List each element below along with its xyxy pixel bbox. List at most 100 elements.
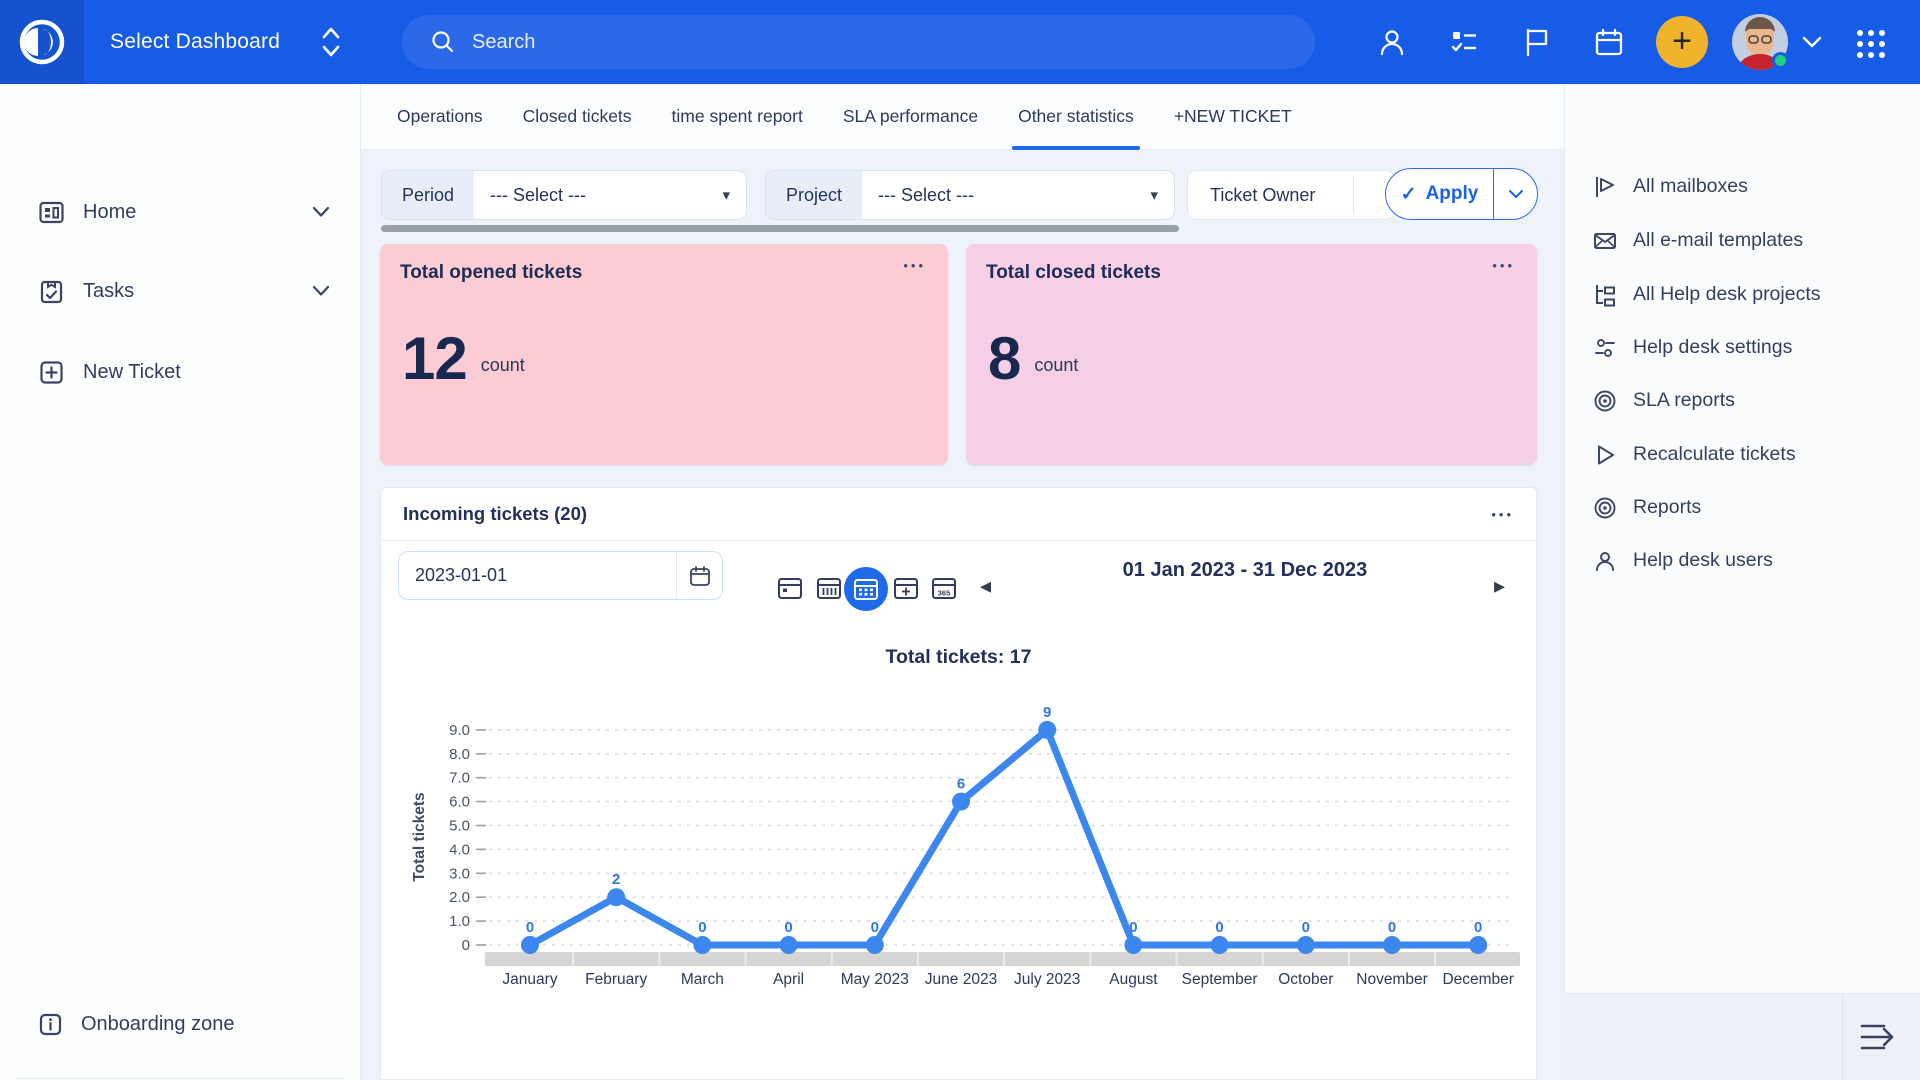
chart-point[interactable] [866, 936, 884, 954]
prev-range-button[interactable]: ◂ [980, 573, 991, 599]
svg-text:5.0: 5.0 [449, 818, 470, 835]
chart-point[interactable] [521, 936, 539, 954]
svg-text:9.0: 9.0 [449, 722, 470, 739]
sidebar-item-label: Onboarding zone [81, 1013, 234, 1036]
svg-text:August: August [1109, 971, 1158, 988]
apply-button-label: Apply [1426, 183, 1479, 205]
sidebar-item-help-desk-users[interactable]: Help desk users [1565, 534, 1920, 587]
app-logo[interactable] [0, 0, 84, 84]
project-select[interactable]: --- Select --- ▾ [862, 171, 1174, 219]
period-filter: Period --- Select --- ▾ [381, 170, 747, 220]
calendar-week-view-button[interactable] [814, 573, 844, 603]
svg-text:0: 0 [526, 919, 534, 936]
chart-point[interactable] [1297, 936, 1315, 954]
apply-dropdown-button[interactable] [1493, 169, 1537, 219]
tab-other-statistics[interactable]: Other statistics [1018, 84, 1134, 150]
onedesk-logo-icon [18, 18, 66, 66]
svg-text:0: 0 [784, 919, 792, 936]
svg-text:8.0: 8.0 [449, 746, 470, 763]
calendar-week-icon [815, 574, 843, 602]
chart-point[interactable] [780, 936, 798, 954]
svg-text:4.0: 4.0 [449, 841, 470, 858]
calendar-365-icon: 365 [930, 574, 958, 602]
card-value: 8 [988, 324, 1020, 393]
svg-text:September: September [1182, 971, 1258, 988]
calendar-day-view-button[interactable] [775, 573, 805, 603]
chart-point[interactable] [1383, 936, 1401, 954]
calendar-month-view-button[interactable] [844, 567, 888, 611]
sidebar-item-tasks[interactable]: Tasks [0, 268, 361, 314]
horizontal-scrollbar[interactable] [381, 225, 1179, 232]
tab-closed-tickets[interactable]: Closed tickets [523, 84, 632, 150]
sidebar-item-sla-reports[interactable]: SLA reports [1565, 374, 1920, 427]
search-input[interactable]: Search [402, 15, 1315, 69]
chart-point[interactable] [952, 793, 970, 811]
svg-text:February: February [585, 971, 647, 988]
info-icon [38, 1012, 63, 1037]
ticket-owner-divider [1353, 176, 1354, 214]
card-unit: count [1034, 341, 1078, 376]
total-opened-tickets-card: Total opened tickets ••• 12 count [380, 244, 948, 465]
tab-sla-performance[interactable]: SLA performance [843, 84, 978, 150]
card-menu-icon[interactable]: ••• [1492, 258, 1515, 273]
svg-text:365: 365 [938, 589, 951, 598]
tab-time-spent-report[interactable]: time spent report [672, 84, 803, 150]
svg-text:Total tickets: Total tickets [411, 792, 428, 881]
card-menu-icon[interactable]: ••• [903, 258, 926, 273]
settings-sliders-icon [1593, 336, 1617, 360]
sidebar-item-all-email-templates[interactable]: All e-mail templates [1565, 214, 1920, 267]
search-placeholder: Search [472, 31, 535, 54]
chart-point[interactable] [1124, 936, 1142, 954]
online-status-dot [1772, 52, 1789, 69]
sidebar-item-onboarding-zone[interactable]: Onboarding zone [0, 1001, 361, 1047]
svg-text:0: 0 [1474, 919, 1482, 936]
account-chevron-down-icon[interactable] [1800, 34, 1824, 50]
start-date-value: 2023-01-01 [399, 565, 676, 586]
panel-menu-icon[interactable]: ••• [1491, 507, 1514, 522]
sidebar-item-new-ticket[interactable]: New Ticket [0, 349, 361, 395]
add-new-button[interactable]: + [1656, 16, 1708, 68]
flag-icon[interactable] [1522, 27, 1552, 57]
chart-point[interactable] [1211, 936, 1229, 954]
sidebar-item-home[interactable]: Home [0, 189, 361, 235]
apply-button[interactable]: ✓ Apply [1386, 169, 1493, 219]
chart-point[interactable] [607, 888, 625, 906]
dashboard-selector-updown-icon[interactable] [318, 22, 344, 62]
tasks-checklist-icon[interactable] [1449, 27, 1479, 57]
calendar-plus-icon [892, 574, 920, 602]
sidebar-item-help-desk-settings[interactable]: Help desk settings [1565, 321, 1920, 374]
app-grid-menu-icon[interactable] [1854, 27, 1888, 61]
project-filter-label: Project [766, 171, 862, 219]
tab-operations[interactable]: Operations [397, 84, 483, 150]
next-range-button[interactable]: ▸ [1494, 573, 1505, 599]
period-select[interactable]: --- Select --- ▾ [474, 171, 746, 219]
svg-text:October: October [1278, 971, 1333, 988]
calendar-icon[interactable] [1594, 27, 1624, 57]
card-title: Total opened tickets [400, 262, 582, 284]
ticket-tabs-bar: Operations Closed tickets time spent rep… [361, 84, 1564, 150]
chart-point[interactable] [1469, 936, 1487, 954]
project-tree-icon [1593, 283, 1617, 307]
ticket-owner-filter[interactable]: Ticket Owner [1187, 170, 1395, 220]
dashboard-selector[interactable]: Select Dashboard [110, 0, 280, 84]
sidebar-item-all-help-desk-projects[interactable]: All Help desk projects [1565, 268, 1920, 321]
chart-point[interactable] [1038, 721, 1056, 739]
envelope-icon [1593, 229, 1617, 253]
apply-split-button: ✓ Apply [1385, 168, 1538, 220]
sidebar-item-reports[interactable]: Reports [1565, 481, 1920, 534]
collapse-sidebar-right-icon[interactable] [1856, 1018, 1900, 1056]
card-unit: count [481, 341, 525, 376]
profile-icon[interactable] [1377, 27, 1407, 57]
sidebar-item-label: Tasks [83, 280, 134, 303]
calendar-year-view-button[interactable]: 365 [929, 573, 959, 603]
incoming-tickets-header: Incoming tickets (20) ••• [381, 488, 1536, 541]
calendar-quarter-view-button[interactable] [891, 573, 921, 603]
date-picker-button[interactable] [676, 552, 722, 599]
tab-new-ticket[interactable]: +NEW TICKET [1174, 84, 1292, 150]
start-date-input[interactable]: 2023-01-01 [398, 551, 723, 600]
sidebar-item-all-mailboxes[interactable]: All mailboxes [1565, 160, 1920, 213]
chart-point[interactable] [693, 936, 711, 954]
check-icon: ✓ [1401, 183, 1417, 206]
sidebar-item-recalculate-tickets[interactable]: Recalculate tickets [1565, 428, 1920, 481]
select-caret-icon: ▾ [1150, 186, 1158, 204]
